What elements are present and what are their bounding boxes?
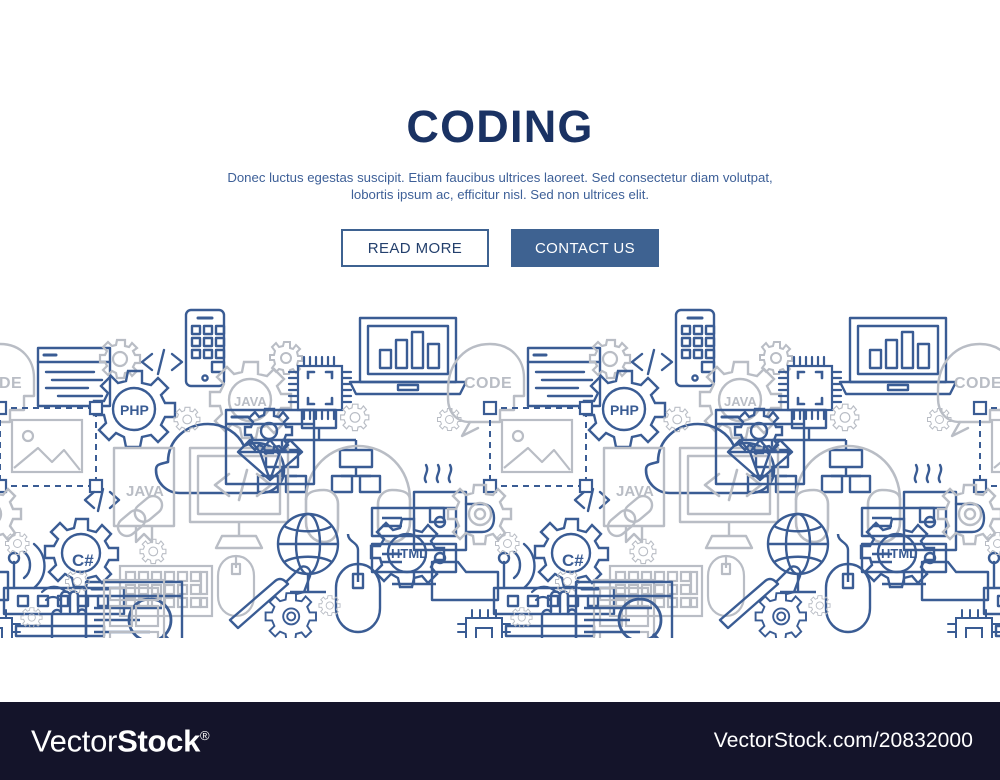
- banner-page: CODING Donec luctus egestas suscipit. Et…: [0, 0, 1000, 780]
- hero-button-row: READ MORE CONTACT US: [341, 229, 659, 267]
- vectorstock-url: VectorStock.com/20832000: [713, 729, 973, 752]
- hero-section: CODING Donec luctus egestas suscipit. Et…: [0, 0, 1000, 300]
- coding-icon-pattern-band: CODE: [0, 300, 1000, 638]
- read-more-button[interactable]: READ MORE: [341, 229, 489, 267]
- vectorstock-logo: VectorStock®: [31, 726, 210, 757]
- page-title: CODING: [406, 101, 594, 152]
- contact-us-button[interactable]: CONTACT US: [511, 229, 659, 267]
- registered-mark-icon: ®: [200, 728, 210, 744]
- watermark-footer: VectorStock® VectorStock.com/20832000: [0, 702, 1000, 780]
- pattern-tiles: [0, 308, 1000, 638]
- logo-text-light: Vector: [31, 723, 118, 759]
- logo-text-bold: Stock: [117, 723, 201, 759]
- hero-subtitle: Donec luctus egestas suscipit. Etiam fau…: [227, 170, 773, 202]
